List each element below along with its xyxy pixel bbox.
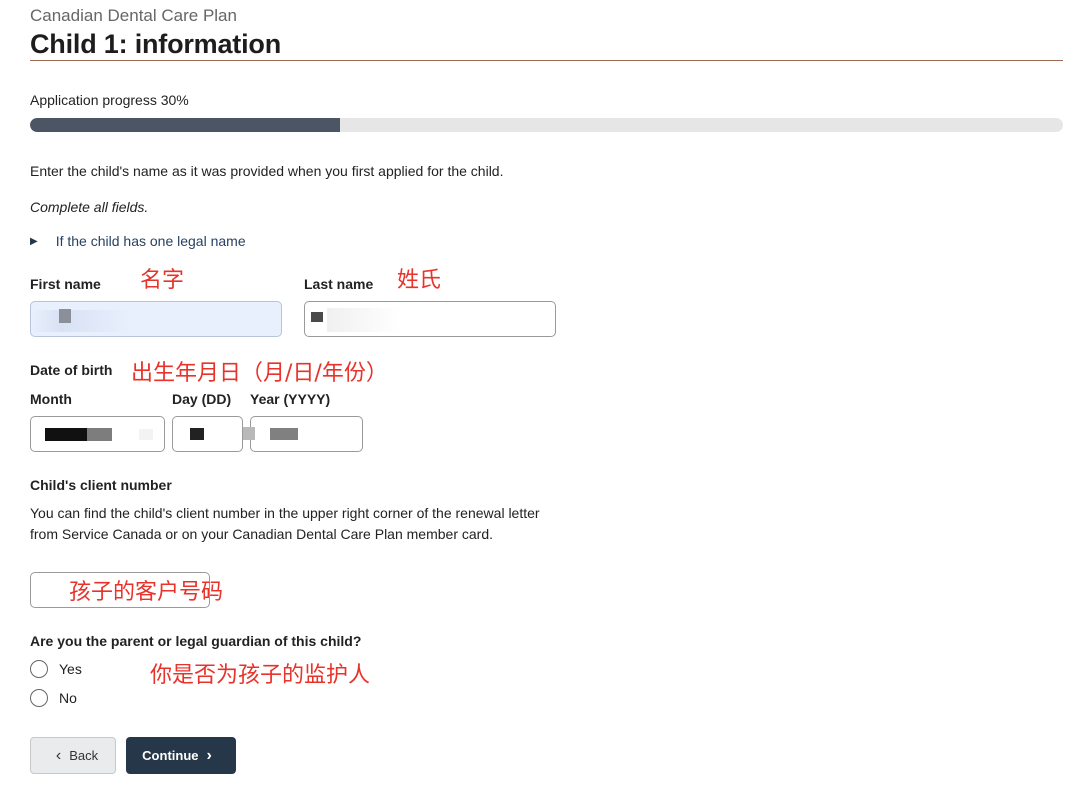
back-button-label: Back [69, 748, 99, 763]
redaction-block [59, 309, 71, 323]
radio-button[interactable] [30, 689, 48, 707]
details-toggle-label: If the child has one legal name [55, 233, 246, 249]
client-number-help: You can find the child's client number i… [30, 505, 540, 542]
redaction-block [139, 429, 153, 440]
redaction-block [243, 427, 255, 440]
client-number-annotation: 孩子的客户号码 [69, 580, 224, 605]
redaction-block [87, 428, 112, 441]
progress-label: Application progress 30% [30, 92, 189, 108]
dob-year-label: Year (YYYY) [250, 391, 331, 407]
last-name-input[interactable] [304, 301, 556, 337]
radio-label-no: No [59, 690, 77, 706]
redaction-block [311, 312, 323, 322]
triangle-right-icon: ▶ [30, 235, 38, 247]
radio-button[interactable] [30, 660, 48, 678]
dob-year-input[interactable] [243, 416, 363, 452]
progress-bar [30, 118, 1063, 132]
continue-button-label: Continue [142, 748, 199, 763]
redaction-block [190, 428, 204, 440]
chevron-right-icon: › [206, 746, 212, 764]
dob-month-select[interactable] [30, 416, 165, 452]
required-note: Complete all fields. [30, 199, 149, 215]
redaction-block [270, 428, 298, 440]
first-name-annotation: 名字 [140, 268, 185, 293]
guardian-option-yes[interactable]: Yes [30, 660, 82, 678]
details-toggle[interactable]: ▶ If the child has one legal name [30, 233, 246, 249]
guardian-annotation: 你是否为孩子的监护人 [150, 663, 371, 688]
first-name-input[interactable] [30, 301, 282, 337]
last-name-annotation: 姓氏 [397, 268, 442, 293]
continue-button[interactable]: Continue › [126, 737, 236, 774]
redaction-block [31, 310, 131, 332]
dob-day-label: Day (DD) [172, 391, 232, 407]
last-name-label: Last name [304, 276, 374, 292]
redaction-block [45, 428, 87, 441]
back-button[interactable]: ‹ Back [30, 737, 116, 774]
form-eyebrow: Canadian Dental Care Plan [30, 6, 237, 25]
dob-day-input[interactable] [172, 416, 243, 452]
dob-month-label: Month [30, 391, 72, 407]
dob-annotation: 出生年月日（月/日/年份） [131, 361, 388, 386]
first-name-label: First name [30, 276, 101, 292]
intro-text: Enter the child's name as it was provide… [30, 163, 504, 179]
title-divider [30, 60, 1063, 61]
radio-label-yes: Yes [59, 661, 82, 677]
guardian-option-no[interactable]: No [30, 689, 77, 707]
redaction-block [327, 308, 401, 332]
progress-bar-fill [30, 118, 340, 132]
chevron-left-icon: ‹ [55, 746, 62, 764]
guardian-question: Are you the parent or legal guardian of … [30, 633, 362, 649]
dob-label: Date of birth [30, 362, 113, 378]
page-title: Child 1: information [30, 29, 281, 59]
client-number-label: Child's client number [30, 477, 172, 493]
